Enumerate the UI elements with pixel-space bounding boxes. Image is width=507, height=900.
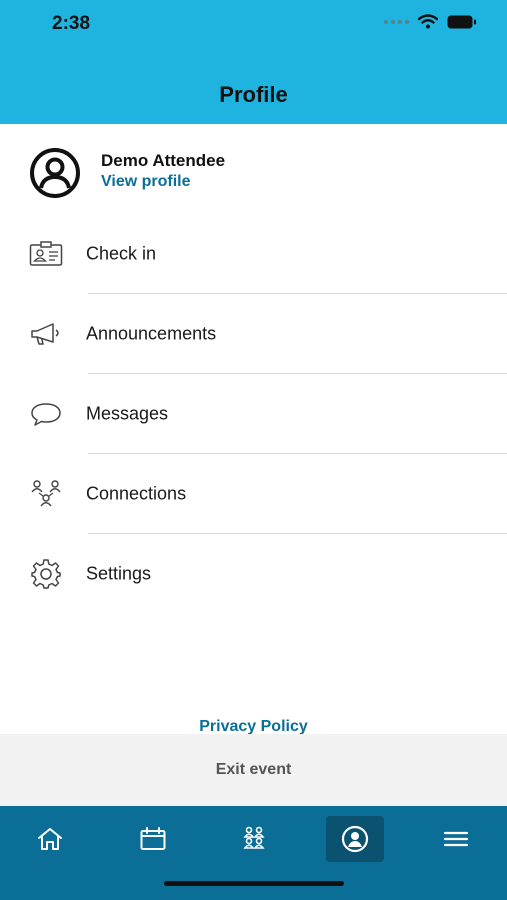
signal-icon — [384, 19, 409, 24]
menu-item-check-in[interactable]: Check in — [0, 214, 507, 294]
menu-item-label: Connections — [86, 483, 187, 504]
calendar-icon — [140, 827, 166, 850]
tab-profile[interactable] — [326, 816, 384, 862]
home-indicator — [164, 881, 344, 886]
exit-event-label: Exit event — [215, 761, 292, 778]
tab-agenda[interactable] — [124, 816, 182, 862]
hamburger-menu-icon — [443, 831, 469, 847]
megaphone-icon — [28, 318, 64, 350]
user-circle-icon — [341, 825, 369, 853]
wifi-icon — [418, 14, 438, 29]
people-network-icon — [28, 478, 64, 510]
profile-row[interactable]: Demo Attendee View profile — [0, 124, 507, 214]
tab-attendees[interactable] — [225, 816, 283, 862]
speech-bubble-icon — [28, 398, 64, 430]
menu-item-settings[interactable]: Settings — [0, 534, 507, 614]
profile-name: Demo Attendee — [101, 151, 226, 170]
home-icon — [38, 828, 62, 850]
status-time: 2:38 — [52, 13, 91, 34]
menu-item-label: Announcements — [86, 323, 217, 344]
menu-item-label: Settings — [86, 563, 152, 584]
people-icon — [243, 826, 265, 849]
user-circle-icon — [30, 148, 80, 198]
view-profile-link[interactable]: View profile — [101, 173, 191, 191]
page-title: Profile — [219, 82, 288, 107]
menu-item-label: Check in — [86, 243, 157, 264]
id-badge-icon — [28, 238, 64, 270]
tab-menu[interactable] — [427, 816, 485, 862]
app-header: 2:38 Profile — [0, 0, 507, 124]
gear-icon — [28, 558, 64, 590]
tab-home[interactable] — [21, 816, 79, 862]
menu-item-announcements[interactable]: Announcements — [0, 294, 507, 374]
menu-item-messages[interactable]: Messages — [0, 374, 507, 454]
status-icons — [384, 14, 477, 29]
menu-item-label: Messages — [86, 403, 169, 424]
battery-icon — [447, 15, 476, 28]
menu-item-connections[interactable]: Connections — [0, 454, 507, 534]
exit-event-button[interactable]: Exit event — [0, 734, 507, 806]
